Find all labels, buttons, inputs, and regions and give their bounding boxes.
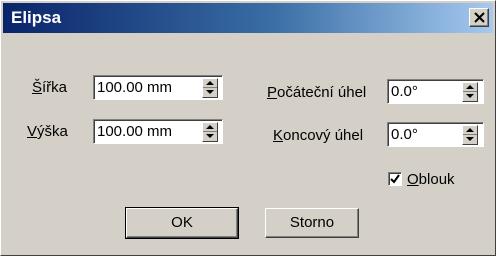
end-angle-input[interactable] — [391, 125, 451, 144]
start-angle-spinner[interactable] — [462, 82, 478, 102]
spin-down-icon — [206, 134, 214, 138]
end-angle-spinner[interactable] — [462, 125, 478, 145]
arc-checkbox-label[interactable]: Oblouk — [407, 171, 455, 188]
spin-down-icon — [206, 90, 214, 94]
width-spinner[interactable] — [202, 78, 218, 98]
ok-button[interactable]: OK — [125, 207, 239, 239]
arc-checkbox[interactable] — [388, 172, 402, 186]
elipsa-dialog: Elipsa Šířka Výška Počáteční úhel — [0, 0, 496, 256]
spin-up-icon — [206, 125, 214, 129]
width-label: Šířka — [32, 79, 68, 96]
start-angle-label: Počáteční úhel — [267, 84, 367, 101]
end-angle-label: Koncový úhel — [273, 127, 364, 144]
close-icon — [474, 12, 485, 23]
close-button[interactable] — [469, 8, 489, 27]
width-input[interactable] — [97, 78, 189, 97]
height-label: Výška — [27, 123, 68, 140]
spin-up-icon — [466, 128, 474, 132]
cancel-button[interactable]: Storno — [265, 208, 359, 238]
spin-down-icon — [466, 137, 474, 141]
width-field[interactable] — [93, 75, 223, 100]
height-field[interactable] — [93, 119, 223, 144]
end-angle-field[interactable] — [387, 122, 484, 147]
spin-up-icon — [466, 85, 474, 89]
checkmark-icon — [390, 174, 400, 184]
title-bar[interactable]: Elipsa — [3, 3, 493, 33]
height-spinner[interactable] — [202, 122, 218, 142]
start-angle-field[interactable] — [387, 79, 484, 104]
spin-up-icon — [206, 81, 214, 85]
height-input[interactable] — [97, 122, 189, 141]
spin-down-icon — [466, 94, 474, 98]
dialog-title: Elipsa — [11, 8, 62, 27]
start-angle-input[interactable] — [391, 82, 451, 101]
